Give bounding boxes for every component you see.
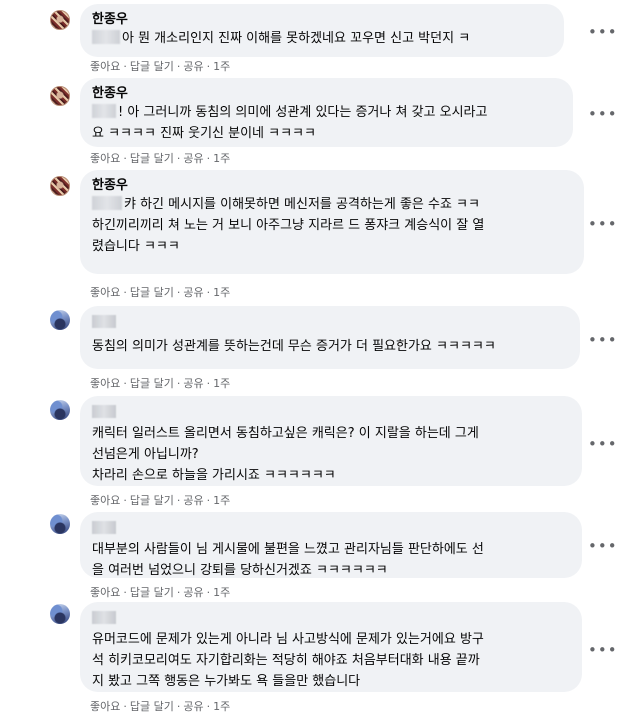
comment-line: 지 봤고 그쪽 행동은 누가봐도 욕 들을만 했습니다 [92, 674, 361, 689]
reply-button[interactable]: 답글 달기 [130, 494, 174, 507]
comment-bubble: 한종우 ! 아 그러니까 동침의 의미에 성관계 있다는 증거나 쳐 갖고 오시… [80, 78, 573, 147]
timestamp[interactable]: 1주 [213, 377, 230, 390]
share-button[interactable]: 공유 [183, 700, 203, 713]
share-button[interactable]: 공유 [183, 377, 203, 390]
comment-text: 캐릭터 일러스트 올리면서 동침하고싶은 캐릭은? 이 지랄을 하는데 그게 선… [92, 423, 570, 486]
comment-line: 동침의 의미가 성관계를 뜻하는건데 무슨 증거가 더 필요한가요 ㅋㅋㅋㅋㅋ [92, 339, 496, 354]
redacted-mention [92, 196, 122, 210]
timestamp[interactable]: 1주 [213, 700, 230, 713]
reply-button[interactable]: 답글 달기 [130, 586, 174, 599]
comment-author[interactable] [92, 315, 568, 332]
like-button[interactable]: 좋아요 [90, 152, 120, 165]
timestamp[interactable]: 1주 [213, 60, 230, 73]
comment: 캐릭터 일러스트 올리면서 동침하고싶은 캐릭은? 이 지랄을 하는데 그게 선… [0, 396, 622, 510]
comment-bubble: 동침의 의미가 성관계를 뜻하는건데 무슨 증거가 더 필요한가요 ㅋㅋㅋㅋㅋ [80, 306, 580, 369]
comment: 한종우 캬 하긴 메시지를 이해못하면 메신저를 공격하는게 좋은 수죠 ㅋㅋ … [0, 170, 622, 302]
reply-button[interactable]: 답글 달기 [130, 286, 174, 299]
comment-line: 을 여러번 넘었으니 강퇴를 당하신거겠죠 ㅋㅋㅋㅋㅋㅋ [92, 563, 388, 578]
avatar[interactable] [50, 86, 70, 106]
like-button[interactable]: 좋아요 [90, 60, 120, 73]
avatar[interactable] [50, 310, 70, 330]
comment-line: 요 ㅋㅋㅋㅋ 진짜 웃기신 분이네 ㅋㅋㅋㅋ [92, 126, 316, 141]
comment-author[interactable] [92, 405, 570, 422]
comment-text: 대부분의 사람들이 님 게시물에 불편을 느꼈고 관리자님들 판단하에도 선 을… [92, 539, 570, 581]
more-options-icon[interactable]: ••• [588, 640, 617, 660]
comment-actions: 좋아요 · 답글 달기 · 공유 · 1주 [90, 377, 231, 390]
share-button[interactable]: 공유 [183, 286, 203, 299]
comment: 유머코드에 문제가 있는게 아니라 님 사고방식에 문제가 있는거에요 방구 석… [0, 602, 622, 718]
share-button[interactable]: 공유 [183, 152, 203, 165]
comment-line: 석 히키코모리여도 자기합리화는 적당히 해야죠 처음부터대화 내용 끝까 [92, 653, 480, 668]
like-button[interactable]: 좋아요 [90, 700, 120, 713]
comment-actions: 좋아요 · 답글 달기 · 공유 · 1주 [90, 60, 231, 73]
comment-actions: 좋아요 · 답글 달기 · 공유 · 1주 [90, 586, 231, 599]
timestamp[interactable]: 1주 [213, 286, 230, 299]
avatar[interactable] [50, 400, 70, 420]
reply-button[interactable]: 답글 달기 [130, 60, 174, 73]
share-button[interactable]: 공유 [183, 60, 203, 73]
comment-text: 아 뭔 개소리인지 진짜 이해를 못하겠네요 꼬우면 신고 박던지 ㅋ [92, 28, 552, 49]
comment-actions: 좋아요 · 답글 달기 · 공유 · 1주 [90, 494, 231, 507]
reply-button[interactable]: 답글 달기 [130, 152, 174, 165]
comment-bubble: 한종우 캬 하긴 메시지를 이해못하면 메신저를 공격하는게 좋은 수죠 ㅋㅋ … [80, 170, 584, 274]
timestamp[interactable]: 1주 [213, 152, 230, 165]
comment-author[interactable] [92, 521, 570, 538]
like-button[interactable]: 좋아요 [90, 286, 120, 299]
share-button[interactable]: 공유 [183, 586, 203, 599]
comment: 동침의 의미가 성관계를 뜻하는건데 무슨 증거가 더 필요한가요 ㅋㅋㅋㅋㅋ … [0, 306, 622, 392]
comment-text: 동침의 의미가 성관계를 뜻하는건데 무슨 증거가 더 필요한가요 ㅋㅋㅋㅋㅋ [92, 336, 568, 357]
more-options-icon[interactable]: ••• [588, 330, 617, 350]
like-button[interactable]: 좋아요 [90, 494, 120, 507]
comment-author[interactable]: 한종우 [92, 85, 561, 102]
redacted-mention [92, 30, 120, 44]
avatar[interactable] [50, 514, 70, 534]
comment: 한종우 아 뭔 개소리인지 진짜 이해를 못하겠네요 꼬우면 신고 박던지 ㅋ … [0, 0, 622, 78]
comment-text: ! 아 그러니까 동침의 의미에 성관계 있다는 증거나 쳐 갖고 오시라고 요… [92, 102, 561, 144]
comment-actions: 좋아요 · 답글 달기 · 공유 · 1주 [90, 700, 231, 713]
comment: 한종우 ! 아 그러니까 동침의 의미에 성관계 있다는 증거나 쳐 갖고 오시… [0, 78, 622, 172]
comment-line: 캬 하긴 메시지를 이해못하면 메신저를 공격하는게 좋은 수죠 ㅋㅋ [124, 197, 480, 212]
comment-line: 아 뭔 개소리인지 진짜 이해를 못하겠네요 꼬우면 신고 박던지 ㅋ [122, 31, 471, 46]
comment-text: 유머코드에 문제가 있는게 아니라 님 사고방식에 문제가 있는거에요 방구 석… [92, 629, 570, 692]
redacted-author [92, 405, 116, 418]
comment-bubble: 대부분의 사람들이 님 게시물에 불편을 느꼈고 관리자님들 판단하에도 선 을… [80, 512, 582, 578]
comment-line: 대부분의 사람들이 님 게시물에 불편을 느꼈고 관리자님들 판단하에도 선 [92, 542, 484, 557]
redacted-author [92, 315, 116, 328]
comment-line: 유머코드에 문제가 있는게 아니라 님 사고방식에 문제가 있는거에요 방구 [92, 632, 484, 647]
more-options-icon[interactable]: ••• [588, 536, 617, 556]
timestamp[interactable]: 1주 [213, 494, 230, 507]
comment-bubble: 한종우 아 뭔 개소리인지 진짜 이해를 못하겠네요 꼬우면 신고 박던지 ㅋ [80, 4, 564, 57]
comment-line: 렸습니다 ㅋㅋㅋ [92, 239, 180, 254]
comment-line: ! 아 그러니까 동침의 의미에 성관계 있다는 증거나 쳐 갖고 오시라고 [118, 105, 488, 120]
comment-actions: 좋아요 · 답글 달기 · 공유 · 1주 [90, 152, 231, 165]
more-options-icon[interactable]: ••• [588, 434, 617, 454]
share-button[interactable]: 공유 [183, 494, 203, 507]
comment-author[interactable]: 한종우 [92, 177, 572, 194]
comment-actions: 좋아요 · 답글 달기 · 공유 · 1주 [90, 286, 231, 299]
comment-line: 선넘은게 아닙니까? [92, 447, 199, 462]
more-options-icon[interactable]: ••• [588, 214, 617, 234]
comment: 대부분의 사람들이 님 게시물에 불편을 느꼈고 관리자님들 판단하에도 선 을… [0, 512, 622, 602]
comment-bubble: 유머코드에 문제가 있는게 아니라 님 사고방식에 문제가 있는거에요 방구 석… [80, 602, 582, 692]
redacted-mention [92, 104, 116, 118]
avatar[interactable] [50, 604, 70, 624]
avatar[interactable] [50, 10, 70, 30]
comment-text: 캬 하긴 메시지를 이해못하면 메신저를 공격하는게 좋은 수죠 ㅋㅋ 하긴끼리… [92, 194, 572, 257]
comment-line: 하긴끼리끼리 쳐 노는 거 보니 아주그냥 지라르 드 퐁쟈크 계승식이 잘 열 [92, 218, 485, 233]
comment-author[interactable]: 한종우 [92, 11, 552, 28]
comment-bubble: 캐릭터 일러스트 올리면서 동침하고싶은 캐릭은? 이 지랄을 하는데 그게 선… [80, 396, 582, 486]
like-button[interactable]: 좋아요 [90, 586, 120, 599]
redacted-author [92, 521, 116, 534]
like-button[interactable]: 좋아요 [90, 377, 120, 390]
comment-line: 차라리 손으로 하늘을 가리시죠 ㅋㅋㅋㅋㅋㅋ [92, 468, 336, 483]
more-options-icon[interactable]: ••• [588, 104, 617, 124]
comment-author[interactable] [92, 611, 570, 628]
reply-button[interactable]: 답글 달기 [130, 700, 174, 713]
comment-line: 캐릭터 일러스트 올리면서 동침하고싶은 캐릭은? 이 지랄을 하는데 그게 [92, 426, 479, 441]
avatar[interactable] [50, 176, 70, 196]
redacted-author [92, 611, 116, 624]
more-options-icon[interactable]: ••• [588, 22, 617, 42]
reply-button[interactable]: 답글 달기 [130, 377, 174, 390]
timestamp[interactable]: 1주 [213, 586, 230, 599]
